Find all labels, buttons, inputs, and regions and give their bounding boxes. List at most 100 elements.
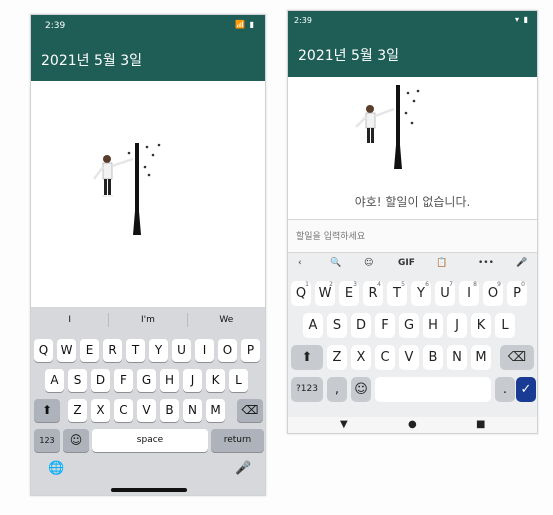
key-w[interactable]: W2 xyxy=(315,281,335,306)
key-e[interactable]: E xyxy=(80,339,99,362)
key-j[interactable]: J xyxy=(447,313,467,338)
key-g[interactable]: G xyxy=(399,313,419,338)
emoji-key[interactable]: ☺ xyxy=(351,377,371,402)
key-w[interactable]: W xyxy=(57,339,76,362)
numbers-key[interactable]: 123 xyxy=(34,429,60,452)
key-s[interactable]: S xyxy=(327,313,347,338)
key-y[interactable]: Y xyxy=(149,339,168,362)
key-b[interactable]: B xyxy=(160,399,179,422)
android-app-bar: 2021년 5월 3일 xyxy=(288,31,537,77)
key-d[interactable]: D xyxy=(351,313,371,338)
key-n[interactable]: N xyxy=(183,399,202,422)
key-j[interactable]: J xyxy=(183,369,202,392)
ios-phone-screen: 2:39 📶 ▮ 2021년 5월 3일 I I'm We Q W E R T … xyxy=(30,14,266,496)
key-h[interactable]: H xyxy=(160,369,179,392)
collapse-icon[interactable]: ‹ xyxy=(298,258,302,268)
shift-key[interactable]: ⬆ xyxy=(291,345,323,370)
android-keyboard: ‹ 🔍 ☺ GIF 📋 ••• 🎤 Q1 W2 E3 R4 T5 Y6 U7 I… xyxy=(288,253,537,417)
key-s[interactable]: S xyxy=(68,369,87,392)
gif-button[interactable]: GIF xyxy=(398,258,415,268)
period-key[interactable]: . xyxy=(495,377,515,402)
more-icon[interactable]: ••• xyxy=(478,258,494,268)
android-status-bar: 2:39 ▾ ▮ xyxy=(288,11,537,31)
key-m[interactable]: M xyxy=(206,399,225,422)
key-m[interactable]: M xyxy=(471,345,491,370)
keyboard-toolbar: ‹ 🔍 ☺ GIF 📋 ••• 🎤 xyxy=(288,255,537,275)
key-g[interactable]: G xyxy=(137,369,156,392)
key-l[interactable]: L xyxy=(229,369,248,392)
mic-icon[interactable]: 🎤 xyxy=(235,461,251,476)
suggestion-2[interactable]: I'm xyxy=(109,315,186,325)
suggestion-3[interactable]: We xyxy=(188,315,265,325)
search-icon[interactable]: 🔍 xyxy=(330,258,341,268)
clipboard-icon[interactable]: 📋 xyxy=(436,258,447,268)
key-c[interactable]: C xyxy=(114,399,133,422)
recents-icon[interactable]: ■ xyxy=(476,419,485,430)
key-f[interactable]: F xyxy=(375,313,395,338)
key-i[interactable]: I xyxy=(195,339,214,362)
key-t[interactable]: T xyxy=(126,339,145,362)
space-key[interactable] xyxy=(375,377,491,402)
key-a[interactable]: A xyxy=(303,313,323,338)
key-x[interactable]: X xyxy=(91,399,110,422)
key-x[interactable]: X xyxy=(351,345,371,370)
comma-key[interactable]: , xyxy=(327,377,347,402)
backspace-key[interactable]: ⌫ xyxy=(500,345,534,370)
android-navigation-bar: ▼ ● ■ xyxy=(288,417,537,433)
key-k[interactable]: K xyxy=(206,369,225,392)
key-q[interactable]: Q xyxy=(34,339,53,362)
key-o[interactable]: O xyxy=(218,339,237,362)
key-p[interactable]: P xyxy=(241,339,260,362)
android-phone-screen: 2:39 ▾ ▮ 2021년 5월 3일 야호! 할일이 없습니다. 할일을 입… xyxy=(287,10,538,434)
key-l[interactable]: L xyxy=(495,313,515,338)
enter-key[interactable]: ✓ xyxy=(516,377,536,402)
shift-key[interactable]: ⬆ xyxy=(34,399,60,422)
ios-home-indicator[interactable] xyxy=(111,488,187,492)
key-d[interactable]: D xyxy=(91,369,110,392)
globe-icon[interactable]: 🌐 xyxy=(48,461,64,476)
key-q[interactable]: Q1 xyxy=(291,281,311,306)
back-icon[interactable]: ▼ xyxy=(340,419,348,430)
key-h[interactable]: H xyxy=(423,313,443,338)
key-v[interactable]: V xyxy=(137,399,156,422)
ios-suggestion-bar: I I'm We xyxy=(31,307,265,333)
space-key[interactable]: space xyxy=(92,429,208,452)
key-v[interactable]: V xyxy=(399,345,419,370)
key-o[interactable]: O9 xyxy=(483,281,503,306)
sticker-icon[interactable]: ☺ xyxy=(364,258,373,268)
key-z[interactable]: Z xyxy=(68,399,87,422)
key-z[interactable]: Z xyxy=(327,345,347,370)
ios-status-icons: 📶 ▮ xyxy=(235,20,255,29)
empty-state-illustration xyxy=(93,143,161,235)
backspace-key[interactable]: ⌫ xyxy=(237,399,263,422)
ios-status-time: 2:39 xyxy=(45,21,66,31)
key-p[interactable]: P0 xyxy=(507,281,527,306)
todo-input[interactable] xyxy=(296,228,526,246)
key-k[interactable]: K xyxy=(471,313,491,338)
return-key[interactable]: return xyxy=(211,429,264,452)
key-i[interactable]: I8 xyxy=(459,281,479,306)
key-t[interactable]: T5 xyxy=(387,281,407,306)
android-status-time: 2:39 xyxy=(294,16,312,25)
empty-state-message: 야호! 할일이 없습니다. xyxy=(354,195,471,209)
key-e[interactable]: E3 xyxy=(339,281,359,306)
symbols-key[interactable]: ?123 xyxy=(291,377,323,402)
key-u[interactable]: U xyxy=(172,339,191,362)
key-u[interactable]: U7 xyxy=(435,281,455,306)
key-r[interactable]: R xyxy=(103,339,122,362)
key-c[interactable]: C xyxy=(375,345,395,370)
suggestion-1[interactable]: I xyxy=(31,315,108,325)
home-icon[interactable]: ● xyxy=(408,419,417,430)
key-y[interactable]: Y6 xyxy=(411,281,431,306)
key-a[interactable]: A xyxy=(45,369,64,392)
key-f[interactable]: F xyxy=(114,369,133,392)
key-b[interactable]: B xyxy=(423,345,443,370)
key-n[interactable]: N xyxy=(447,345,467,370)
key-r[interactable]: R4 xyxy=(363,281,383,306)
android-status-icons: ▾ ▮ xyxy=(515,15,529,24)
ios-status-bar: 2:39 📶 ▮ xyxy=(31,15,265,37)
comparison-stage: 2:39 📶 ▮ 2021년 5월 3일 I I'm We Q W E R T … xyxy=(0,0,553,515)
emoji-key[interactable]: ☺ xyxy=(63,429,89,452)
todo-input-field[interactable] xyxy=(288,219,537,253)
mic-icon[interactable]: 🎤 xyxy=(516,258,527,268)
